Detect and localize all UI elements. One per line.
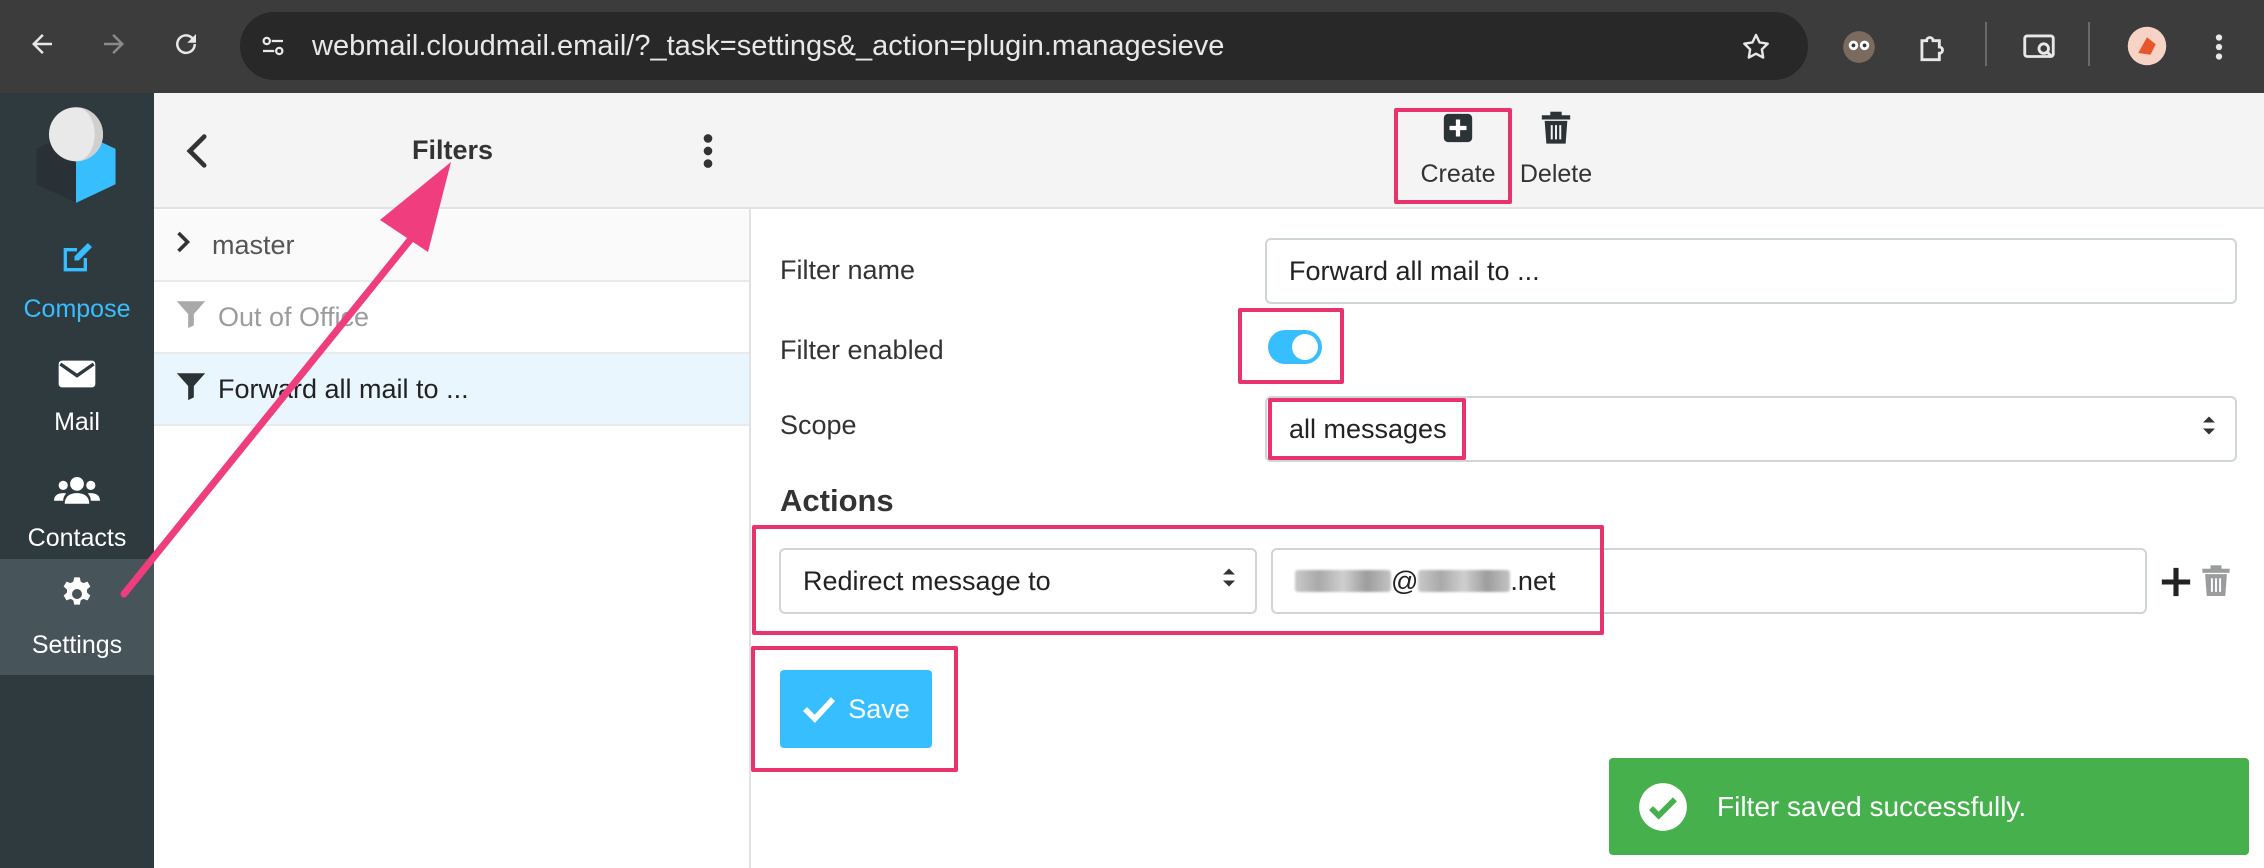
extensions-puzzle-icon[interactable] xyxy=(1914,28,1952,71)
compose-icon xyxy=(57,238,97,285)
scope-value: all messages xyxy=(1289,413,1447,444)
filter-enabled-label: Filter enabled xyxy=(780,335,944,365)
scope-select[interactable]: all messages xyxy=(1265,396,2237,462)
forward-icon[interactable] xyxy=(92,22,136,66)
users-icon xyxy=(54,473,100,514)
check-circle-icon xyxy=(1637,781,1689,833)
success-toast: Filter saved successfully. xyxy=(1609,758,2249,855)
actions-heading: Actions xyxy=(780,483,894,518)
filter-name-input[interactable]: Forward all mail to ... xyxy=(1265,238,2237,304)
remove-action-icon[interactable] xyxy=(2201,563,2231,604)
toggle-knob xyxy=(1292,334,1318,360)
more-options-icon[interactable] xyxy=(700,133,716,174)
nav-compose[interactable]: Compose xyxy=(0,223,154,339)
browser-menu-icon[interactable] xyxy=(2204,28,2234,71)
add-action-icon[interactable] xyxy=(2159,565,2193,604)
nav-contacts[interactable]: Contacts xyxy=(0,455,154,571)
filter-item-label: Forward all mail to ... xyxy=(218,373,469,404)
url-text: webmail.cloudmail.email/?_task=settings&… xyxy=(312,30,1225,62)
reload-icon[interactable] xyxy=(164,22,208,66)
address-bar[interactable]: webmail.cloudmail.email/?_task=settings&… xyxy=(240,12,1808,80)
trash-icon xyxy=(1540,111,1572,152)
nav-contacts-label: Contacts xyxy=(27,524,127,552)
create-button[interactable]: Create xyxy=(1410,111,1506,195)
chevron-right-icon xyxy=(174,230,192,261)
save-label: Save xyxy=(848,693,910,724)
gear-icon xyxy=(57,574,97,621)
envelope-icon xyxy=(57,357,97,398)
filter-toolbar: Create Delete xyxy=(751,93,2264,209)
funnel-icon xyxy=(174,369,208,410)
plus-square-icon xyxy=(1441,111,1475,152)
filters-title: Filters xyxy=(411,135,494,165)
filter-edit-panel: Create Delete Filter name Forward all ma… xyxy=(751,93,2264,868)
redacted-text xyxy=(1295,570,1391,592)
toast-message: Filter saved successfully. xyxy=(1717,790,2027,822)
create-label: Create xyxy=(1420,160,1496,188)
redacted-text xyxy=(1418,570,1511,592)
back-icon[interactable] xyxy=(20,22,64,66)
at-sign: @ xyxy=(1391,565,1419,596)
site-settings-icon[interactable] xyxy=(258,31,288,66)
filter-set-label: master xyxy=(212,229,295,260)
action-type-select[interactable]: Redirect message to xyxy=(779,548,1257,614)
scope-label: Scope xyxy=(780,410,857,440)
select-arrows-icon xyxy=(2201,414,2217,445)
tab-search-icon[interactable] xyxy=(2020,28,2058,71)
redirect-address-input[interactable]: @ .net xyxy=(1271,548,2147,614)
filter-name-label: Filter name xyxy=(780,255,916,285)
browser-chrome: webmail.cloudmail.email/?_task=settings&… xyxy=(0,0,2264,93)
filter-item-forward-all[interactable]: Forward all mail to ... xyxy=(154,354,749,426)
select-arrows-icon xyxy=(1221,566,1237,597)
filter-set-master[interactable]: master xyxy=(154,210,749,282)
address-suffix: .net xyxy=(1510,565,1556,596)
checkmark-icon xyxy=(802,695,836,723)
nav-settings[interactable]: Settings xyxy=(0,559,154,675)
extension-avatar-icon[interactable] xyxy=(1840,28,1878,71)
filter-item-label: Out of Office xyxy=(218,301,370,332)
filters-list-header: Filters xyxy=(154,93,751,209)
nav-compose-label: Compose xyxy=(23,295,131,323)
action-type-value: Redirect message to xyxy=(803,565,1051,596)
profile-avatar-icon[interactable] xyxy=(2126,25,2168,72)
filter-enabled-toggle[interactable] xyxy=(1268,330,1322,364)
nav-settings-label: Settings xyxy=(31,631,123,659)
delete-button[interactable]: Delete xyxy=(1508,111,1604,195)
toolbar-divider xyxy=(1985,22,1987,66)
nav-mail-label: Mail xyxy=(54,408,100,436)
roundcube-logo xyxy=(24,101,128,210)
nav-mail[interactable]: Mail xyxy=(0,339,154,455)
app-sidebar: Compose Mail Contacts Settings xyxy=(0,93,154,868)
toolbar-divider xyxy=(2088,22,2090,66)
filter-name-value: Forward all mail to ... xyxy=(1289,255,1540,286)
save-button[interactable]: Save xyxy=(780,670,932,748)
star-icon[interactable] xyxy=(1740,31,1772,68)
filters-list-panel: Filters master Out of Office Forward all… xyxy=(154,93,751,868)
delete-label: Delete xyxy=(1519,160,1593,188)
filter-item-out-of-office[interactable]: Out of Office xyxy=(154,282,749,354)
funnel-icon xyxy=(174,297,208,338)
